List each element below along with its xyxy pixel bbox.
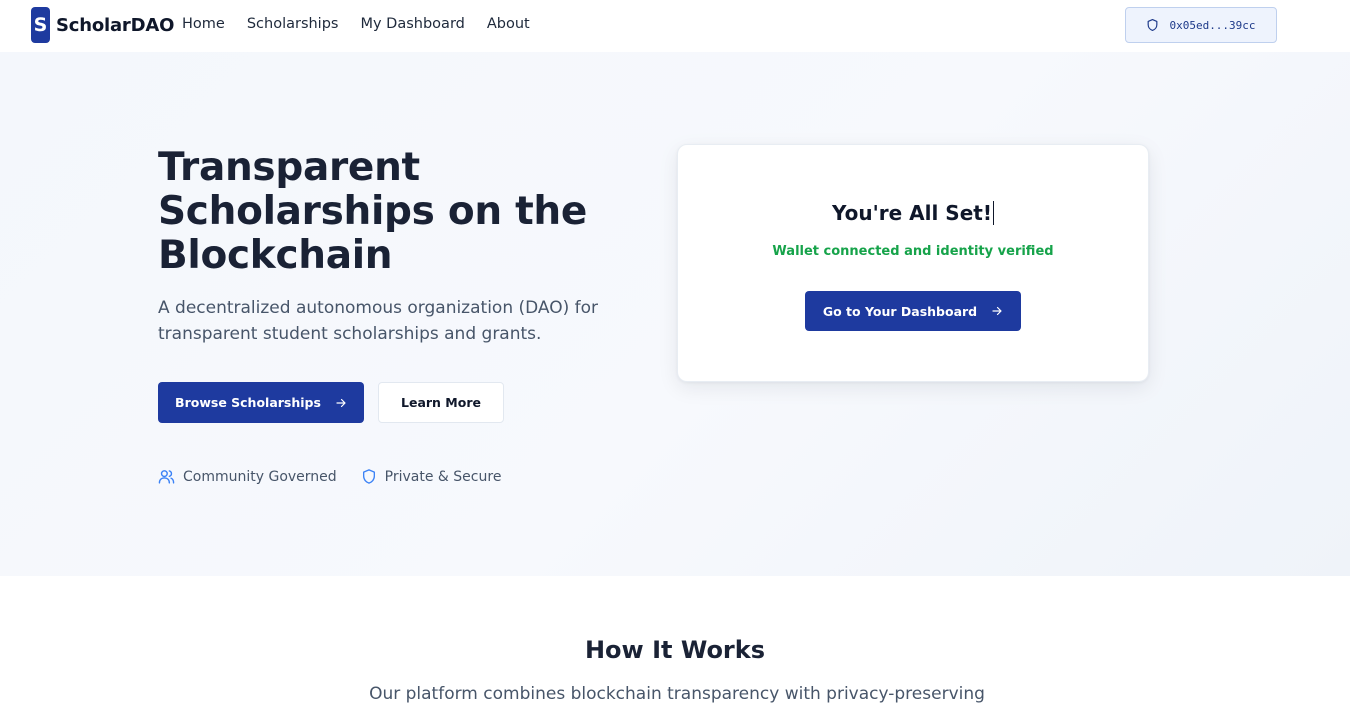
browse-scholarships-button[interactable]: Browse Scholarships xyxy=(158,382,364,423)
wallet-button[interactable]: 0x05ed...39cc xyxy=(1125,7,1277,43)
learn-more-button[interactable]: Learn More xyxy=(378,382,504,423)
nav-link-home[interactable]: Home xyxy=(182,16,225,32)
how-it-works-title: How It Works xyxy=(584,636,766,664)
brand[interactable]: S ScholarDAO xyxy=(31,7,174,43)
feature-secure: Private & Secure xyxy=(361,468,502,485)
arrow-right-icon xyxy=(335,397,347,409)
go-to-dashboard-label: Go to Your Dashboard xyxy=(822,303,978,319)
users-icon xyxy=(158,468,175,485)
go-to-dashboard-button[interactable]: Go to Your Dashboard xyxy=(805,291,1021,331)
feature-community-label: Community Governed xyxy=(183,468,337,485)
feature-community: Community Governed xyxy=(158,468,337,485)
how-it-works-subtitle: Our platform combines blockchain transpa… xyxy=(369,684,985,704)
nav-link-dashboard[interactable]: My Dashboard xyxy=(360,16,464,32)
hero-subtitle: A decentralized autonomous organization … xyxy=(158,298,599,344)
nav-link-about[interactable]: About xyxy=(487,16,530,32)
card-title-text: You're All Set! xyxy=(832,201,992,225)
top-nav: S ScholarDAO Home Scholarships My Dashbo… xyxy=(0,0,1350,52)
text-caret xyxy=(992,201,994,225)
verification-status: Wallet connected and identity verified xyxy=(772,244,1054,259)
shield-icon xyxy=(1146,18,1159,32)
hero-title: Transparent Scholarships on the Blockcha… xyxy=(158,145,588,278)
feature-list: Community Governed Private & Secure xyxy=(158,468,501,485)
arrow-right-icon xyxy=(991,305,1003,317)
wallet-address: 0x05ed...39cc xyxy=(1169,18,1256,32)
nav-links: Home Scholarships My Dashboard About xyxy=(182,16,552,32)
brand-name: ScholarDAO xyxy=(56,14,175,36)
brand-logo: S xyxy=(31,7,50,43)
nav-link-scholarships[interactable]: Scholarships xyxy=(247,16,339,32)
card-title: You're All Set! xyxy=(678,201,1148,225)
shield-icon xyxy=(361,468,377,485)
status-card: You're All Set! Wallet connected and ide… xyxy=(677,144,1149,382)
feature-secure-label: Private & Secure xyxy=(384,468,502,485)
browse-scholarships-label: Browse Scholarships xyxy=(175,395,321,410)
